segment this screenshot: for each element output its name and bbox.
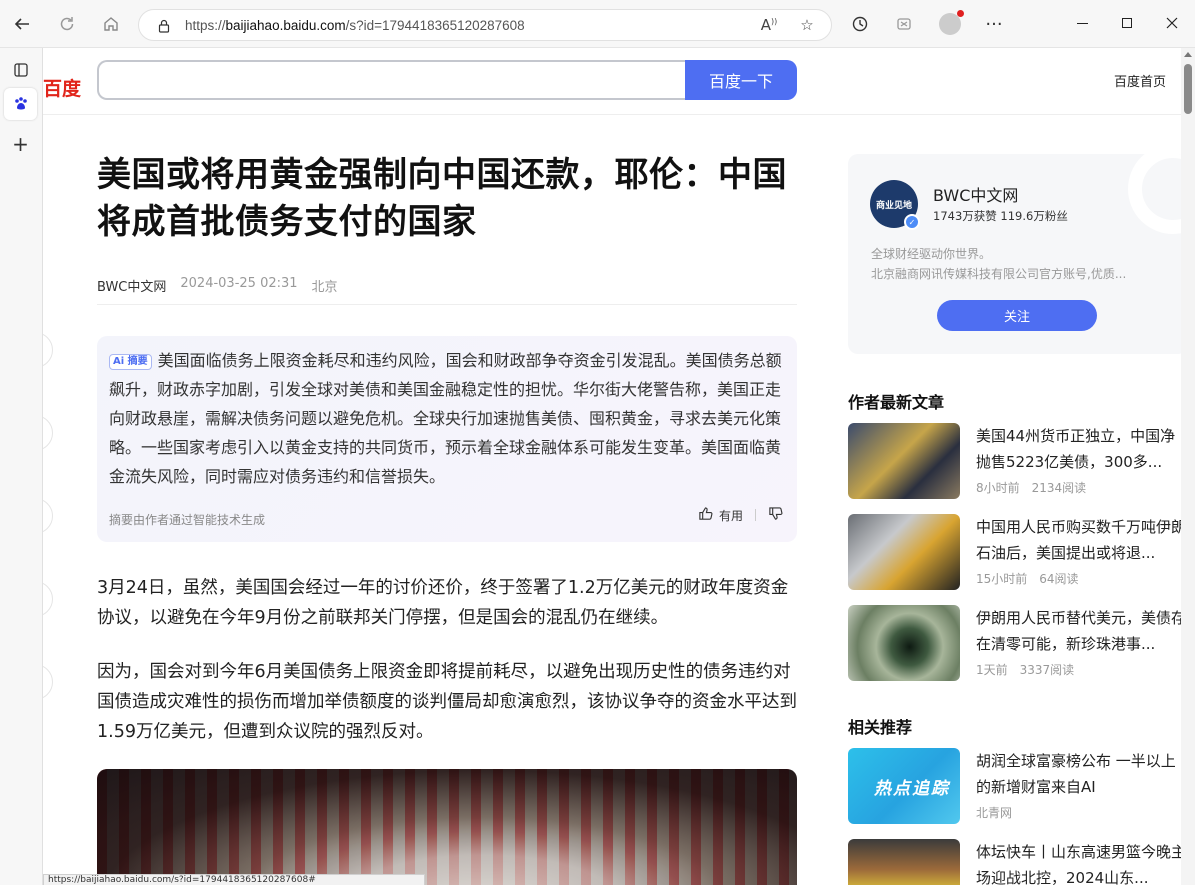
author-desc-line: 全球财经驱动你世界。 [871,247,992,261]
ai-summary-badge: Ai 摘要 [109,354,152,370]
maximize-icon[interactable] [1112,10,1142,36]
read-aloud-icon[interactable]: A)) [759,16,779,36]
list-item[interactable]: 体坛快车丨山东高速男篮今晚主场迎战北控，2024山东... [848,839,1181,885]
article-thumbnail[interactable] [848,423,960,499]
list-item[interactable]: 美国44州货币正独立，中国净抛售5223亿美债，300多... 8小时前 2134… [848,423,1181,499]
item-title[interactable]: 胡润全球富豪榜公布 一半以上的新增财富来自AI [976,748,1181,800]
ai-summary-text: 美国面临债务上限资金耗尽和违约风险，国会和财政部争夺资金引发混乱。美国债务总额飙… [109,351,782,486]
baidu-paw-icon[interactable] [4,88,37,120]
side-tool-button[interactable] [43,415,53,451]
useful-button[interactable]: 有用 [719,507,743,524]
browser-toolbar: https://baijiahao.baidu.com/s?id=1794418… [0,0,1195,48]
article-thumbnail[interactable] [848,839,960,885]
search-button[interactable]: 百度一下 [685,60,797,100]
search-input[interactable] [97,60,687,100]
baidu-home-link[interactable]: 百度首页 [1114,71,1166,90]
article-title: 美国或将用黄金强制向中国还款，耶伦：中国将成首批债务支付的国家 [97,155,787,242]
article-thumbnail[interactable]: 热点追踪 [848,748,960,824]
page-content: 百度 百度一下 百度首页 美国或将用黄金强制向中国还款，耶伦：中国将成首批债务支… [43,48,1181,885]
browser-sidebar: + [0,48,43,885]
item-time: 8小时前 [976,481,1020,495]
article-paragraph: 3月24日，虽然，美国国会经过一年的讨价还价，终于签署了1.2万亿美元的财政年度… [97,578,789,628]
url-text: https://baijiahao.baidu.com/s?id=1794418… [185,17,525,33]
refresh-icon[interactable] [53,10,81,38]
author-description: 全球财经驱动你世界。 北京融商网讯传媒科技有限公司官方账号,优质... [871,244,1171,284]
item-meta: 北青网 [976,804,1012,821]
item-title[interactable]: 中国用人民币购买数千万吨伊朗石油后，美国提出或将退... [976,514,1181,566]
article-location: 北京 [311,280,338,295]
author-card: 商业见地 ✓ BWC中文网 1743万获赞 119.6万粉丝 全球财经驱动你世界。… [848,154,1181,354]
ai-summary-box: Ai 摘要 美国面临债务上限资金耗尽和违约风险，国会和财政部争夺资金引发混乱。美国… [97,336,797,542]
address-bar[interactable]: https://baijiahao.baidu.com/s?id=1794418… [138,9,832,41]
article-image [97,769,797,885]
author-desc-line: 北京融商网讯传媒科技有限公司官方账号,优质... [871,267,1127,281]
tab-actions-icon[interactable] [4,54,37,86]
item-title[interactable]: 伊朗用人民币替代美元，美债存在清零可能，新珍珠港事... [976,605,1181,657]
related-title: 相关推荐 [848,718,913,737]
item-meta: 15小时前 64阅读 [976,570,1079,587]
ai-feedback: 有用 [698,506,783,524]
home-icon[interactable] [97,10,125,38]
status-bar-url: https://baijiahao.baidu.com/s?id=1794418… [43,874,425,885]
item-title[interactable]: 体坛快车丨山东高速男篮今晚主场迎战北控，2024山东... [976,839,1181,885]
baidu-logo[interactable]: 百度 [43,74,81,101]
scrollbar-thumb[interactable] [1184,64,1192,114]
item-time: 15小时前 [976,572,1028,586]
item-reads: 3337阅读 [1019,663,1075,677]
more-menu-icon[interactable]: ··· [980,10,1008,38]
item-source: 北青网 [976,806,1013,820]
favorite-star-icon[interactable]: ☆ [797,16,817,36]
item-reads: 64阅读 [1039,572,1079,586]
verified-icon: ✓ [904,214,920,230]
side-tool-button[interactable] [43,332,53,368]
follow-button[interactable]: 关注 [937,300,1097,331]
history-icon[interactable] [846,10,874,38]
article-thumbnail[interactable] [848,514,960,590]
article-meta: BWC中文网 2024-03-25 02:31 北京 [97,276,338,295]
item-meta: 8小时前 2134阅读 [976,479,1086,496]
item-reads: 2134阅读 [1031,481,1087,495]
profile-avatar-icon[interactable] [936,10,964,38]
latest-articles-title: 作者最新文章 [848,393,945,412]
author-name[interactable]: BWC中文网 [933,182,1018,206]
extensions-icon[interactable] [890,10,918,38]
add-tab-icon[interactable]: + [4,128,37,160]
article-author[interactable]: BWC中文网 [97,276,166,295]
article-thumbnail[interactable] [848,605,960,681]
side-tool-button[interactable] [43,664,53,700]
flag-backdrop [97,769,797,885]
list-item[interactable]: 伊朗用人民币替代美元，美债存在清零可能，新珍珠港事... 1天前 3337阅读 [848,605,1181,681]
item-time: 1天前 [976,663,1008,677]
thumbs-up-icon[interactable] [698,506,713,524]
list-item[interactable]: 热点追踪 胡润全球富豪榜公布 一半以上的新增财富来自AI 北青网 [848,748,1181,824]
feedback-divider [755,509,756,521]
author-avatar[interactable]: 商业见地 ✓ [870,180,920,230]
thumbnail-text: 热点追踪 [874,779,950,799]
side-tool-button[interactable] [43,498,53,534]
list-item[interactable]: 中国用人民币购买数千万吨伊朗石油后，美国提出或将退... 15小时前 64阅读 [848,514,1181,590]
article-datetime: 2024-03-25 02:31 [180,276,298,291]
meta-divider [97,304,797,305]
side-tool-button[interactable] [43,581,53,617]
back-icon[interactable] [8,10,36,38]
article-paragraph: 因为，国会对到今年6月美国债务上限资金即将提前耗尽，以避免出现历史性的债务违约对… [97,662,797,742]
item-meta: 1天前 3337阅读 [976,661,1074,678]
lock-icon [157,18,171,33]
scroll-up-icon[interactable] [1184,52,1192,57]
close-icon[interactable] [1157,10,1187,36]
avatar-text: 商业见地 [875,200,912,211]
ai-summary: Ai 摘要 美国面临债务上限资金耗尽和违约风险，国会和财政部争夺资金引发混乱。美国… [109,346,789,491]
minimize-icon[interactable] [1067,10,1097,36]
header-divider [43,114,1181,115]
ai-summary-footer: 摘要由作者通过智能技术生成 [109,513,266,527]
scrollbar[interactable] [1181,48,1195,885]
card-decoration [1128,154,1181,234]
thumbs-down-icon[interactable] [768,506,783,524]
item-title[interactable]: 美国44州货币正独立，中国净抛售5223亿美债，300多... [976,423,1181,475]
author-stats: 1743万获赞 119.6万粉丝 [933,209,1068,223]
